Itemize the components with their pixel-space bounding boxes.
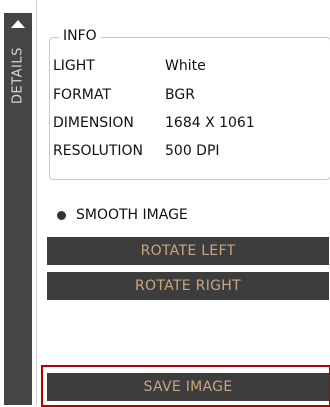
info-row-format: FORMAT BGR bbox=[53, 87, 195, 103]
radio-dot-icon[interactable] bbox=[57, 210, 66, 220]
details-panel: INFO LIGHT White FORMAT BGR DIMENSION 16… bbox=[36, 0, 330, 407]
info-key: RESOLUTION bbox=[53, 143, 144, 159]
smooth-image-label[interactable]: SMOOTH IMAGE bbox=[76, 207, 188, 223]
details-side-tab[interactable]: DETAILS bbox=[0, 0, 36, 405]
triangle-up-icon[interactable] bbox=[11, 20, 25, 28]
save-image-button[interactable]: SAVE IMAGE bbox=[47, 373, 329, 401]
info-value: BGR bbox=[165, 87, 195, 103]
info-row-light: LIGHT White bbox=[53, 58, 206, 74]
info-row-resolution: RESOLUTION 500 DPI bbox=[53, 143, 220, 159]
rotate-right-button[interactable]: ROTATE RIGHT bbox=[47, 272, 329, 300]
info-key: LIGHT bbox=[53, 58, 95, 74]
info-row-dimension: DIMENSION 1684 X 1061 bbox=[53, 115, 255, 131]
info-value: 1684 X 1061 bbox=[165, 115, 255, 131]
info-value: White bbox=[165, 58, 206, 74]
info-key: DIMENSION bbox=[53, 115, 134, 131]
info-value: 500 DPI bbox=[165, 143, 220, 159]
smooth-image-option[interactable]: SMOOTH IMAGE bbox=[57, 207, 188, 223]
info-group-title: INFO bbox=[59, 28, 101, 44]
details-tab-label: DETAILS bbox=[10, 47, 26, 105]
rotate-left-button[interactable]: ROTATE LEFT bbox=[47, 237, 329, 265]
info-key: FORMAT bbox=[53, 87, 111, 103]
